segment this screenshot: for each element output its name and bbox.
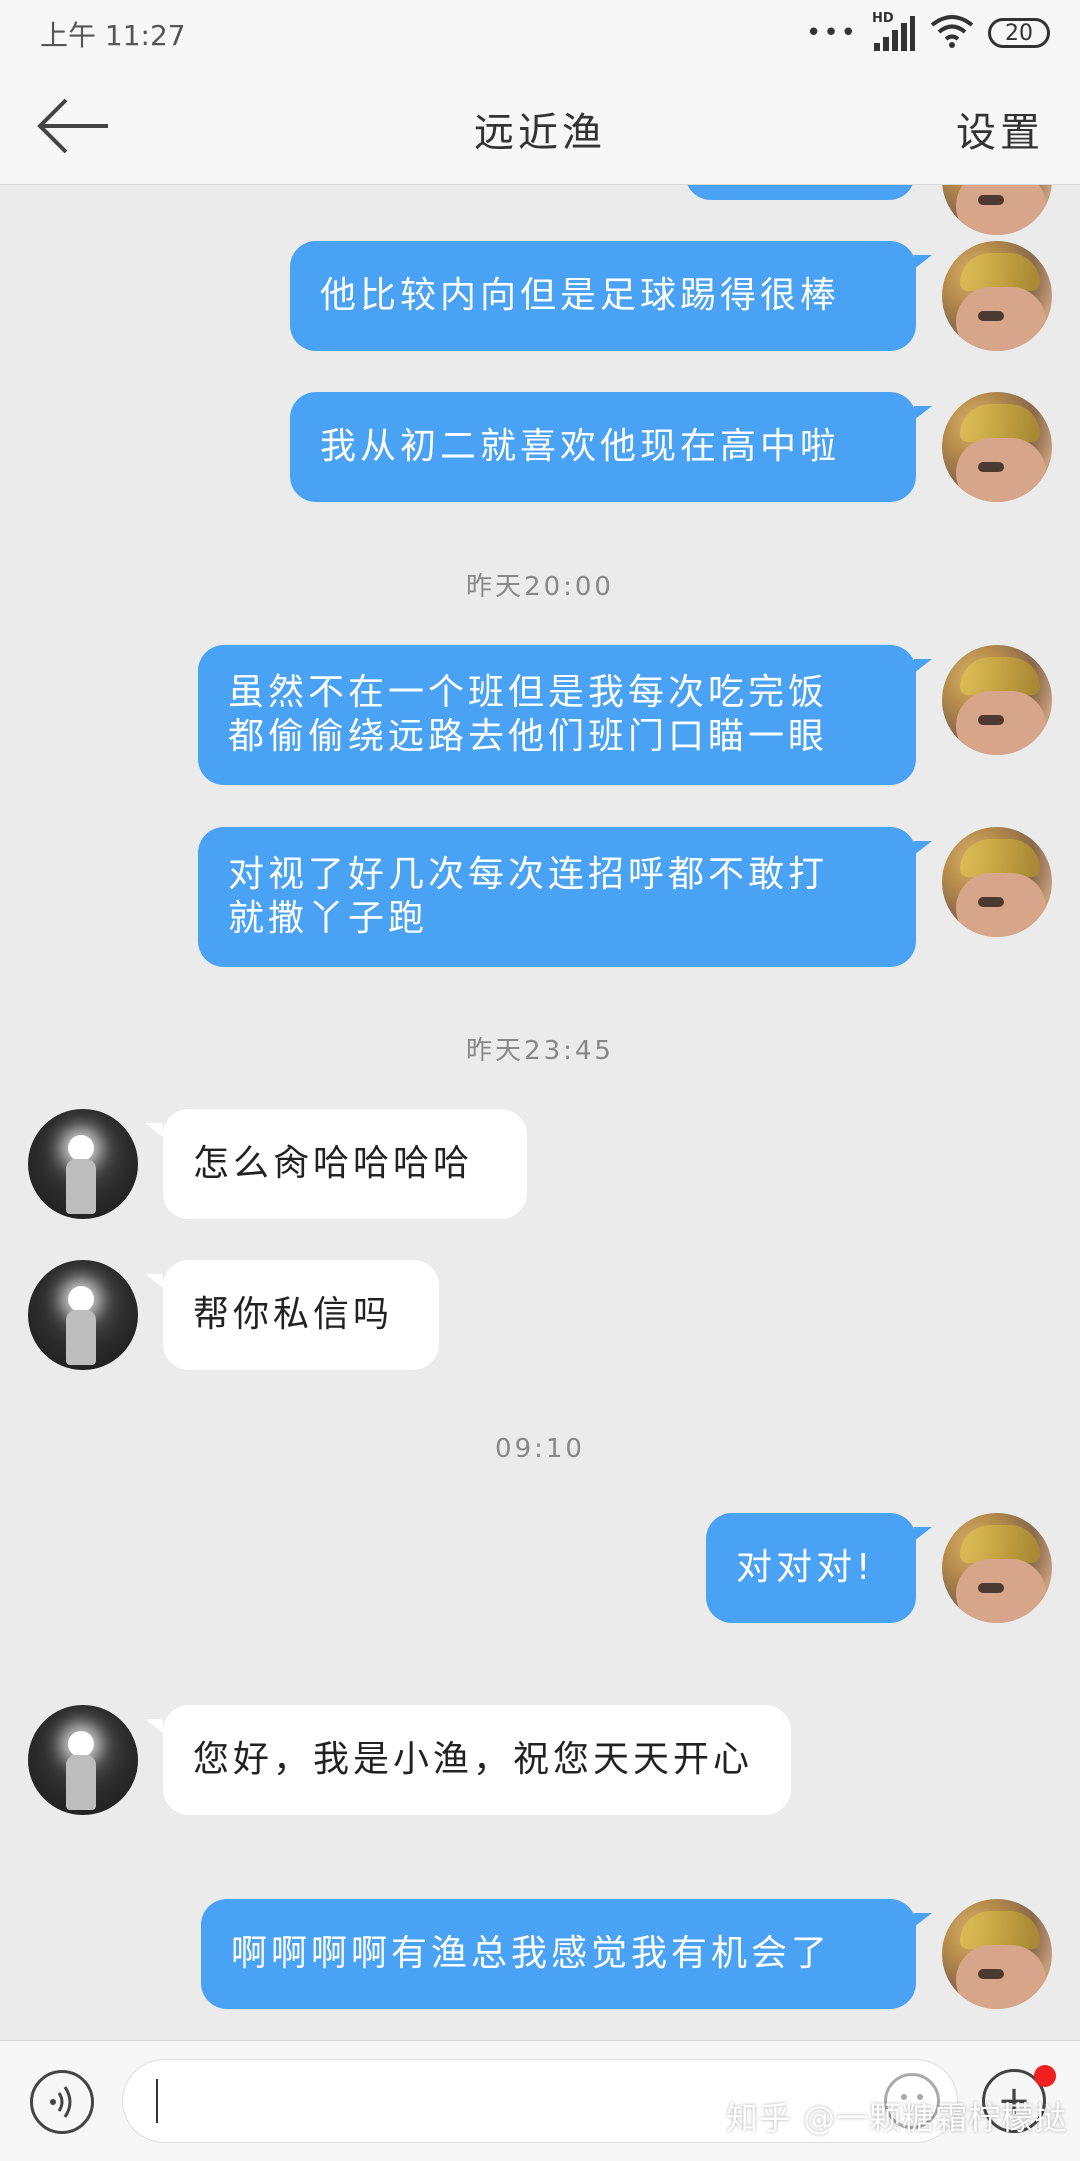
hd-label: HD xyxy=(872,11,894,26)
message-bubble-outgoing: 他比较内向但是足球踢得很棒 xyxy=(290,241,916,351)
my-avatar[interactable] xyxy=(942,827,1052,937)
message-text: 对视了好几次每次连招呼都不敢打 就撒丫子跑 xyxy=(228,854,829,939)
battery-indicator: 20 xyxy=(988,18,1050,48)
message-text: 我从初二就喜欢他现在高中啦 xyxy=(320,426,841,467)
input-bar: + 知乎 @一颗糖霜柠檬挞 xyxy=(0,2040,1080,2161)
voice-wave-icon xyxy=(50,2086,72,2118)
message-bubble-incoming: 怎么肏哈哈哈哈 xyxy=(163,1109,527,1219)
contact-avatar[interactable] xyxy=(28,1260,138,1370)
message-text: 您好，我是小渔，祝您天天开心 xyxy=(193,1739,754,1780)
message-bubble-outgoing: 我从初二就喜欢他现在高中啦 xyxy=(290,392,916,502)
message-text: 虽然不在一个班但是我每次吃完饭 都偷偷绕远路去他们班门口瞄一眼 xyxy=(228,672,829,757)
message-text: 他比较内向但是足球踢得很棒 xyxy=(320,275,841,316)
status-icons: ••• HD 20 xyxy=(806,10,1050,56)
timestamp: 昨天20:00 xyxy=(466,572,614,602)
contact-avatar[interactable] xyxy=(28,1109,138,1219)
my-avatar[interactable] xyxy=(942,241,1052,351)
my-avatar xyxy=(942,185,1052,235)
chat-header: 远近渔 设置 xyxy=(0,66,1080,185)
status-bar: 上午 11:27 ••• HD 20 xyxy=(0,0,1080,66)
message-list[interactable]: 他比较内向但是足球踢得很棒 我从初二就喜欢他现在高中啦 昨天20:00 虽然不在… xyxy=(0,185,1080,2040)
status-time: 上午 11:27 xyxy=(40,19,186,52)
message-bubble-outgoing: 对视了好几次每次连招呼都不敢打 就撒丫子跑 xyxy=(198,827,916,967)
voice-button[interactable] xyxy=(30,2070,94,2134)
my-avatar[interactable] xyxy=(942,392,1052,502)
contact-avatar[interactable] xyxy=(28,1705,138,1815)
notification-dot xyxy=(1034,2065,1056,2087)
message-bubble-outgoing: 虽然不在一个班但是我每次吃完饭 都偷偷绕远路去他们班门口瞄一眼 xyxy=(198,645,916,785)
message-bubble-outgoing: 对对对! xyxy=(706,1513,916,1623)
chat-title: 远近渔 xyxy=(474,110,606,156)
message-text: 啊啊啊啊有渔总我感觉我有机会了 xyxy=(231,1933,832,1974)
timestamp: 09:10 xyxy=(495,1434,585,1464)
more-dots-icon: ••• xyxy=(805,18,858,48)
message-text: 怎么肏哈哈哈哈 xyxy=(193,1143,474,1184)
message-bubble-outgoing: 啊啊啊啊有渔总我感觉我有机会了 xyxy=(201,1899,916,2009)
wifi-icon xyxy=(930,13,974,53)
signal-icon: HD xyxy=(872,11,916,53)
message-bubble-incoming: 帮你私信吗 xyxy=(163,1260,439,1370)
my-avatar[interactable] xyxy=(942,1513,1052,1623)
timestamp: 昨天23:45 xyxy=(466,1036,614,1066)
my-avatar[interactable] xyxy=(942,1899,1052,2009)
message-text: 对对对! xyxy=(736,1547,875,1588)
message-text: 帮你私信吗 xyxy=(193,1294,394,1335)
message-bubble-incoming: 您好，我是小渔，祝您天天开心 xyxy=(163,1705,791,1815)
watermark: 知乎 @一颗糖霜柠檬挞 xyxy=(726,2099,1068,2137)
settings-button[interactable]: 设置 xyxy=(956,100,1044,158)
text-cursor xyxy=(156,2079,158,2123)
my-avatar[interactable] xyxy=(942,645,1052,755)
message-bubble-partial xyxy=(685,185,915,200)
